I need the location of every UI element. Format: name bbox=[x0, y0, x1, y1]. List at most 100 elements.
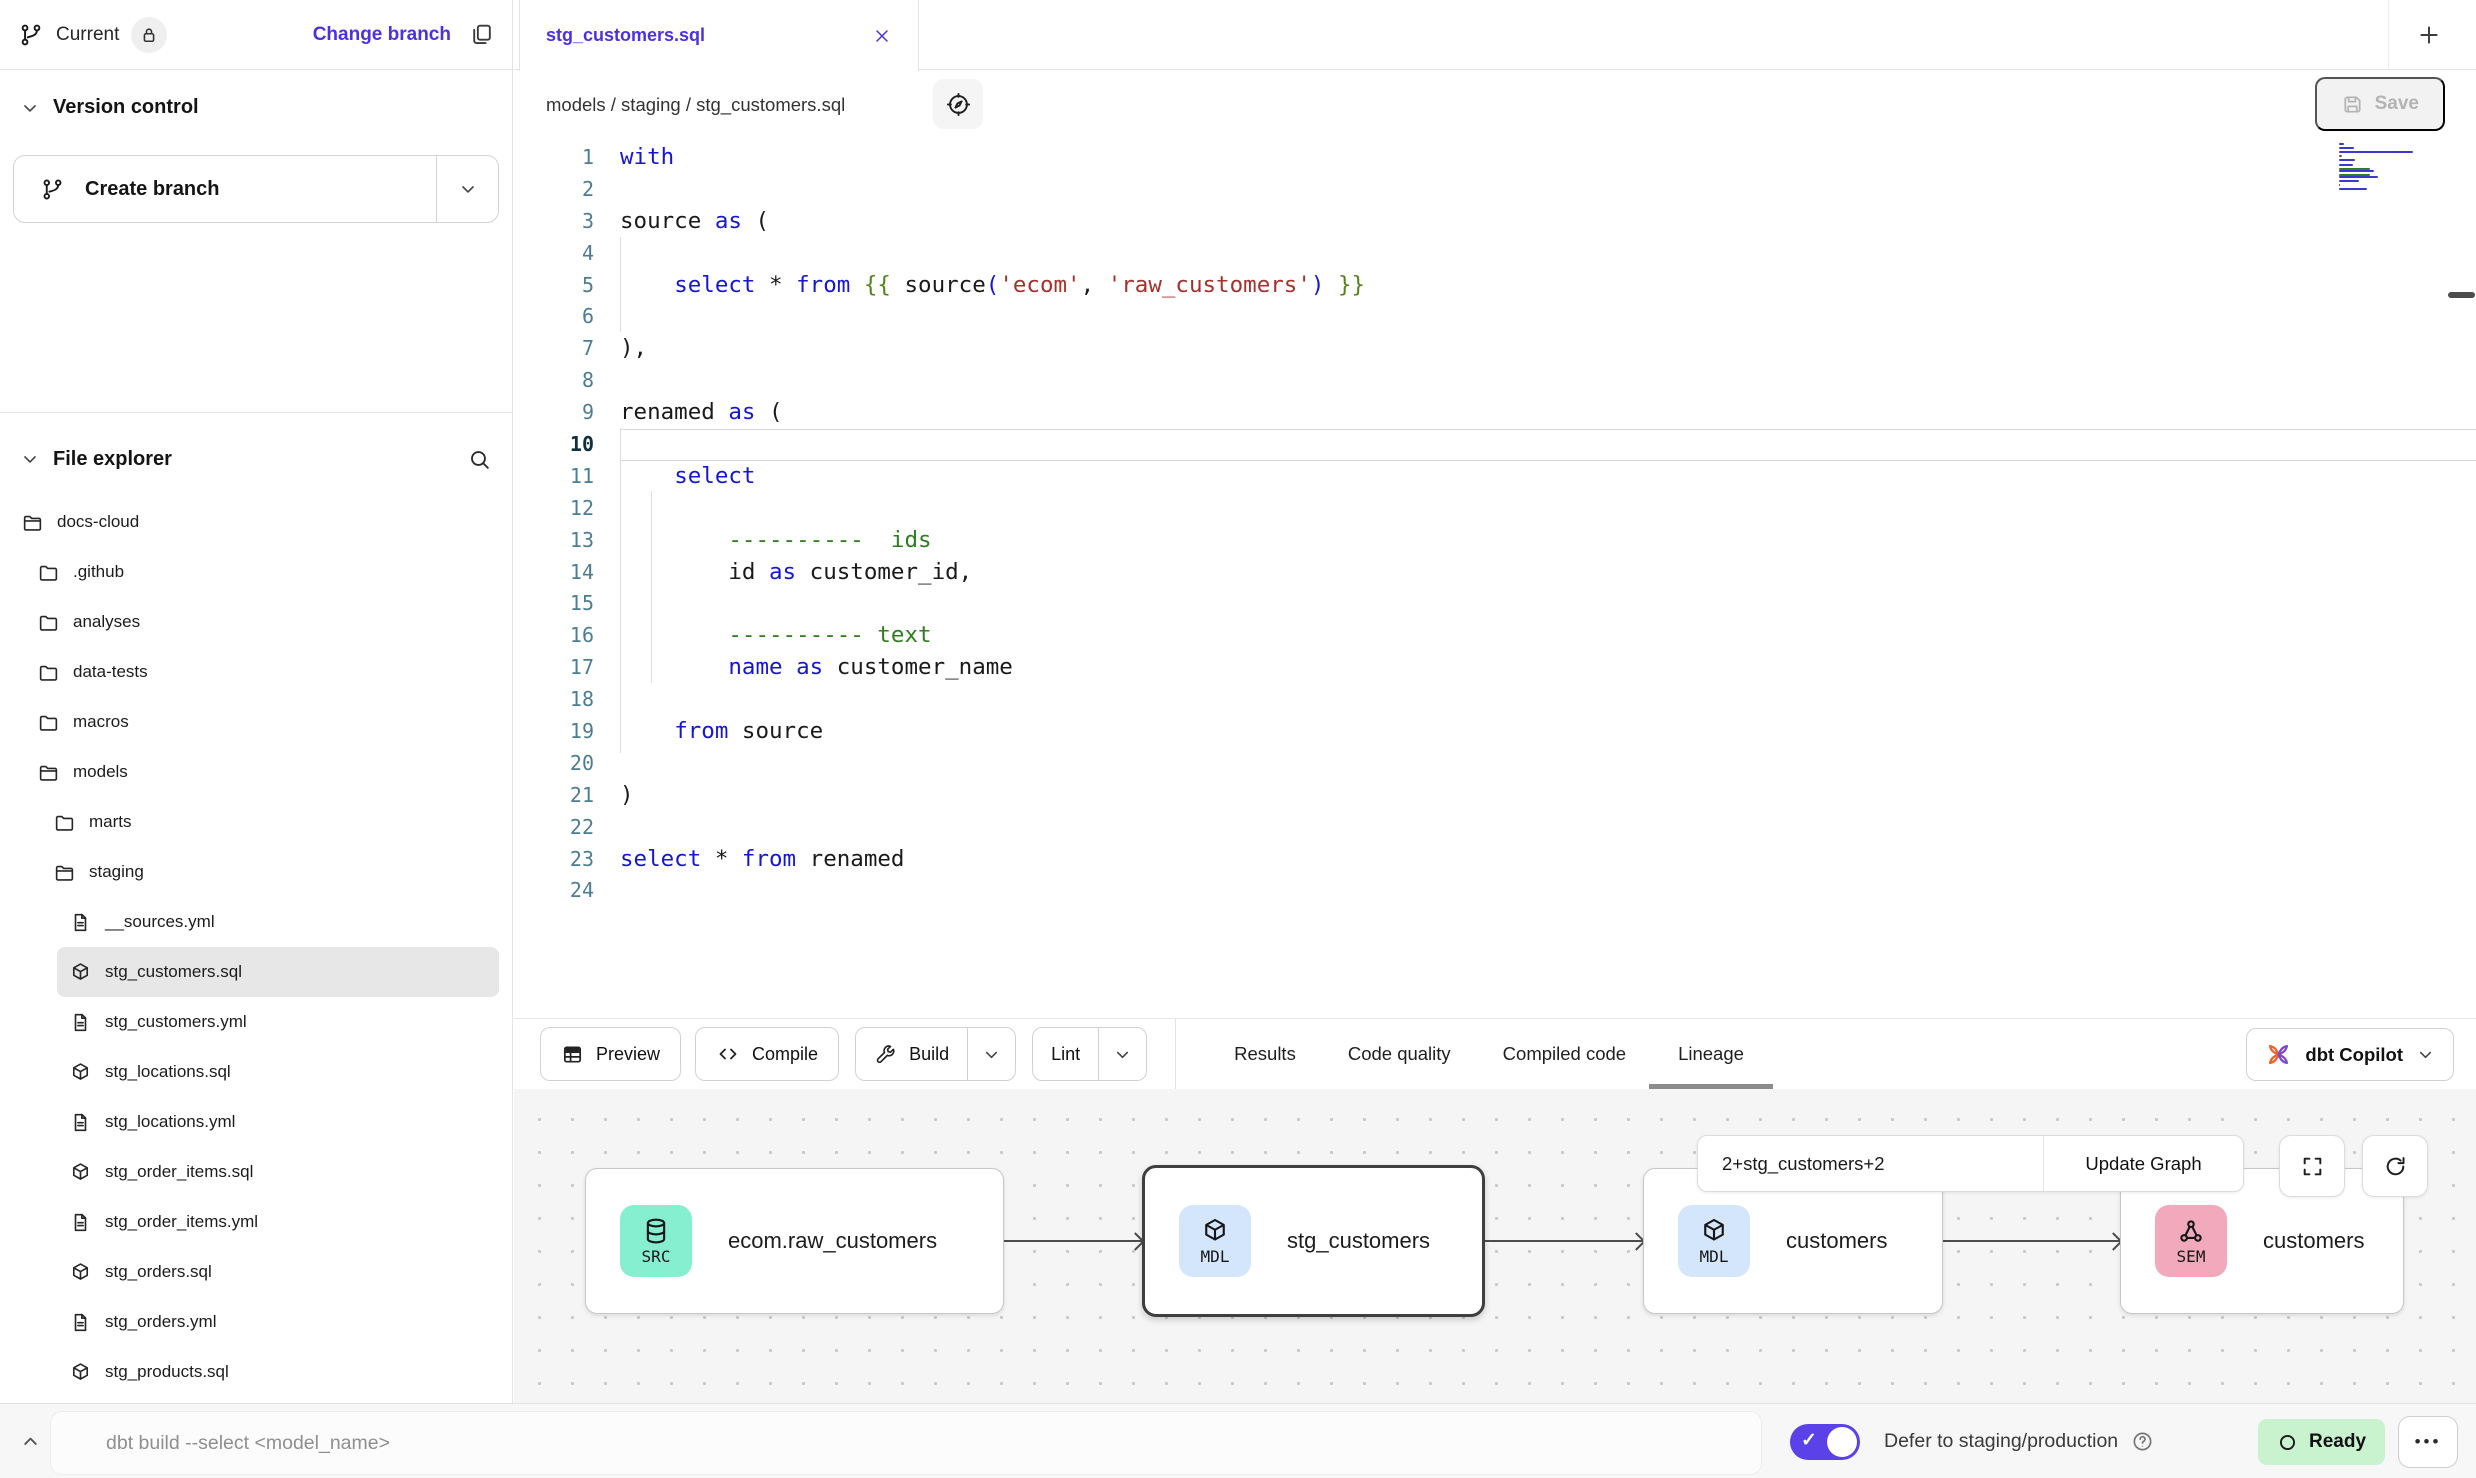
lineage-node-ecom-raw-customers[interactable]: SRCecom.raw_customers bbox=[585, 1168, 1004, 1314]
lint-dropdown[interactable] bbox=[1098, 1028, 1146, 1080]
lineage-canvas[interactable]: Update Graph SRCecom.raw_customers MDLstg… bbox=[514, 1089, 2476, 1403]
code-line-17[interactable]: 17 name as customer_name bbox=[514, 652, 2476, 684]
update-graph-button[interactable]: Update Graph bbox=[2043, 1136, 2243, 1191]
create-branch-button[interactable]: Create branch bbox=[13, 155, 499, 223]
code-line-11[interactable]: 11 select bbox=[514, 461, 2476, 493]
search-icon[interactable] bbox=[467, 447, 492, 472]
file-tree-item-stg-orders-sql[interactable]: stg_orders.sql bbox=[0, 1247, 512, 1297]
code-line-4[interactable]: 4 bbox=[514, 238, 2476, 270]
code-line-1[interactable]: 1with bbox=[514, 142, 2476, 174]
folder-icon bbox=[52, 811, 76, 834]
defer-toggle[interactable]: ✓ bbox=[1790, 1424, 1860, 1460]
node-label: customers bbox=[1786, 1228, 1887, 1254]
file-tree-item-stg-orders-yml[interactable]: stg_orders.yml bbox=[0, 1297, 512, 1347]
change-branch-link[interactable]: Change branch bbox=[313, 24, 451, 46]
lineage-selector-input[interactable] bbox=[1698, 1136, 2043, 1191]
version-control-header[interactable]: Version control bbox=[0, 96, 512, 119]
copy-icon[interactable] bbox=[469, 22, 494, 47]
code-line-6[interactable]: 6 bbox=[514, 301, 2476, 333]
refresh-button[interactable] bbox=[2362, 1135, 2428, 1197]
code-line-7[interactable]: 7), bbox=[514, 333, 2476, 365]
file-tree-item-stg-customers-yml[interactable]: stg_customers.yml bbox=[0, 997, 512, 1047]
line-number: 9 bbox=[514, 397, 594, 429]
folder-open-icon bbox=[36, 761, 60, 784]
file-name: .github bbox=[73, 562, 124, 582]
compile-button[interactable]: Compile bbox=[695, 1027, 839, 1081]
code-line-24[interactable]: 24 bbox=[514, 875, 2476, 907]
file-explorer-header[interactable]: File explorer bbox=[0, 431, 512, 487]
file-name: data-tests bbox=[73, 662, 148, 682]
dbt-copilot-button[interactable]: dbt Copilot bbox=[2246, 1028, 2454, 1081]
code-editor[interactable]: 1with23source as (45 select * from {{ so… bbox=[514, 140, 2476, 1018]
code-line-19[interactable]: 19 from source bbox=[514, 716, 2476, 748]
file-tree-item-staging[interactable]: staging bbox=[0, 847, 512, 897]
preview-button[interactable]: Preview bbox=[540, 1027, 681, 1081]
code-line-14[interactable]: 14 id as customer_id, bbox=[514, 557, 2476, 589]
code-text: ---------- text bbox=[620, 622, 932, 648]
code-line-12[interactable]: 12 bbox=[514, 493, 2476, 525]
file-tree-item-macros[interactable]: macros bbox=[0, 697, 512, 747]
tab-stg-customers-sql[interactable]: stg_customers.sql bbox=[519, 0, 919, 71]
code-line-22[interactable]: 22 bbox=[514, 812, 2476, 844]
help-icon[interactable] bbox=[2131, 1430, 2154, 1453]
file-doc-icon bbox=[68, 1311, 92, 1334]
file-tree-item-marts[interactable]: marts bbox=[0, 797, 512, 847]
line-number: 21 bbox=[514, 780, 594, 812]
lineage-edge bbox=[1943, 1240, 2120, 1243]
tab-lineage[interactable]: Lineage bbox=[1678, 1019, 1744, 1089]
fullscreen-button[interactable] bbox=[2279, 1135, 2345, 1197]
line-number: 20 bbox=[514, 748, 594, 780]
lint-split-button: Lint bbox=[1032, 1027, 1147, 1081]
badge-label: MDL bbox=[1700, 1247, 1729, 1266]
file-name: analyses bbox=[73, 612, 140, 632]
file-tree-item-data-tests[interactable]: data-tests bbox=[0, 647, 512, 697]
save-button[interactable]: Save bbox=[2315, 77, 2445, 131]
tab-code-quality[interactable]: Code quality bbox=[1348, 1019, 1451, 1089]
file-tree-item-analyses[interactable]: analyses bbox=[0, 597, 512, 647]
lineage-edge bbox=[1004, 1240, 1142, 1243]
file-tree-item-stg-order-items-sql[interactable]: stg_order_items.sql bbox=[0, 1147, 512, 1197]
code-line-13[interactable]: 13 ---------- ids bbox=[514, 525, 2476, 557]
code-line-8[interactable]: 8 bbox=[514, 365, 2476, 397]
line-number: 18 bbox=[514, 684, 594, 716]
file-tree-item--sources-yml[interactable]: __sources.yml bbox=[0, 897, 512, 947]
line-number: 6 bbox=[514, 301, 594, 333]
code-line-23[interactable]: 23select * from renamed bbox=[514, 844, 2476, 876]
editor-minimap[interactable] bbox=[2337, 143, 2419, 195]
file-tree-item-stg-customers-sql[interactable]: stg_customers.sql bbox=[57, 947, 499, 997]
collapse-panel-button[interactable] bbox=[10, 1404, 50, 1478]
tab-compiled-code[interactable]: Compiled code bbox=[1503, 1019, 1626, 1089]
code-line-2[interactable]: 2 bbox=[514, 174, 2476, 206]
command-input[interactable] bbox=[51, 1432, 1761, 1455]
close-tab-icon[interactable] bbox=[872, 26, 892, 46]
create-branch-dropdown[interactable] bbox=[436, 156, 498, 222]
build-button[interactable]: Build bbox=[856, 1028, 967, 1080]
code-line-9[interactable]: 9renamed as ( bbox=[514, 397, 2476, 429]
editor-scrollbar-thumb[interactable] bbox=[2448, 292, 2475, 298]
line-number: 16 bbox=[514, 620, 594, 652]
code-line-21[interactable]: 21) bbox=[514, 780, 2476, 812]
tab-results[interactable]: Results bbox=[1234, 1019, 1296, 1089]
file-tree-item-docs-cloud[interactable]: docs-cloud bbox=[0, 497, 512, 547]
code-line-15[interactable]: 15 bbox=[514, 588, 2476, 620]
code-line-18[interactable]: 18 bbox=[514, 684, 2476, 716]
code-line-10[interactable]: 10 bbox=[514, 429, 2476, 461]
code-line-16[interactable]: 16 ---------- text bbox=[514, 620, 2476, 652]
build-dropdown[interactable] bbox=[967, 1028, 1015, 1080]
file-tree-item-stg-locations-yml[interactable]: stg_locations.yml bbox=[0, 1097, 512, 1147]
new-tab-button[interactable] bbox=[2406, 12, 2452, 58]
code-line-20[interactable]: 20 bbox=[514, 748, 2476, 780]
file-tree-item-stg-products-sql[interactable]: stg_products.sql bbox=[0, 1347, 512, 1397]
lint-button[interactable]: Lint bbox=[1033, 1028, 1098, 1080]
compass-icon[interactable] bbox=[933, 79, 983, 129]
file-tree-item-stg-locations-sql[interactable]: stg_locations.sql bbox=[0, 1047, 512, 1097]
file-name: stg_orders.sql bbox=[105, 1262, 212, 1282]
code-line-3[interactable]: 3source as ( bbox=[514, 206, 2476, 238]
minimap-line bbox=[2339, 159, 2355, 161]
file-tree-item--github[interactable]: .github bbox=[0, 547, 512, 597]
more-options-button[interactable]: ••• bbox=[2398, 1416, 2458, 1468]
file-tree-item-stg-order-items-yml[interactable]: stg_order_items.yml bbox=[0, 1197, 512, 1247]
code-line-5[interactable]: 5 select * from {{ source('ecom', 'raw_c… bbox=[514, 270, 2476, 302]
file-tree-item-models[interactable]: models bbox=[0, 747, 512, 797]
lineage-node-stg-customers[interactable]: MDLstg_customers bbox=[1142, 1165, 1485, 1317]
